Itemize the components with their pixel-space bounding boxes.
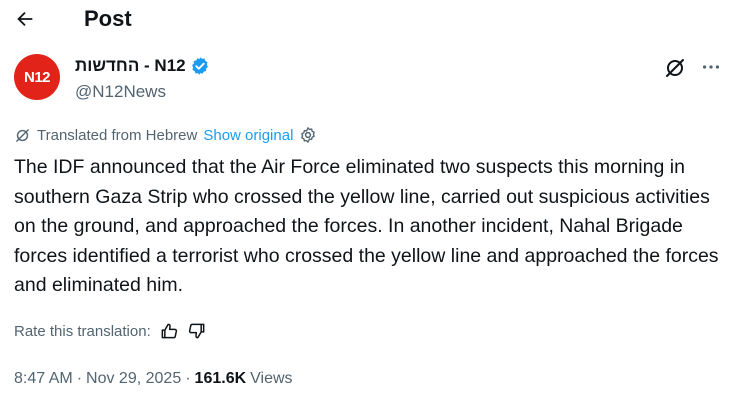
avatar-logo: N12 [23,68,51,86]
author-handle[interactable]: @N12News [75,82,166,102]
post-text: The IDF announced that the Air Force eli… [14,156,719,296]
avatar[interactable]: N12 [14,54,60,100]
translation-bar: Translated from Hebrew Show original [14,126,317,144]
author-name[interactable]: החדשות - N12 [75,56,186,76]
thumbs-down-icon[interactable] [187,321,207,341]
thumbs-up-icon[interactable] [159,321,179,341]
page-title: Post [84,6,132,31]
gear-icon[interactable] [299,126,317,144]
post-date[interactable]: Nov 29, 2025 [86,370,181,388]
rate-label: Rate this translation: [14,322,151,340]
arrow-left-icon[interactable] [14,8,36,30]
grok-icon[interactable] [663,56,687,80]
more-icon[interactable] [700,56,722,78]
post-time[interactable]: 8:47 AM [14,370,73,388]
rate-translation: Rate this translation: [14,321,207,341]
grok-icon [16,128,29,142]
meta-separator: · [185,370,191,387]
meta-separator: · [76,370,83,387]
post-meta: 8:47 AM · Nov 29, 2025 · 161.6K Views [14,370,293,388]
views-count: 161.6K [194,370,247,387]
translation-label: Translated from Hebrew [37,126,198,144]
show-original-link[interactable]: Show original [203,127,293,144]
views-label: Views [250,370,293,387]
author-name-row[interactable]: החדשות - N12 [75,56,210,76]
post-header: Post [0,0,753,40]
verified-badge-icon [191,57,208,75]
